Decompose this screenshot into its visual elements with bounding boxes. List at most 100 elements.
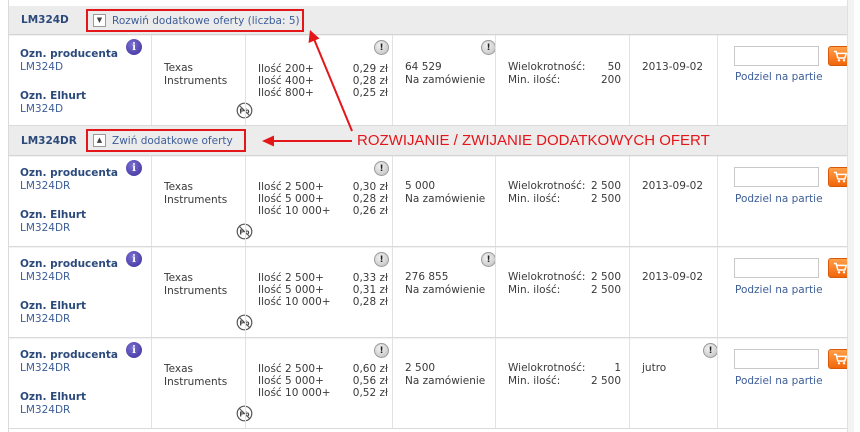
price-cell: ! Ilość 2 500+ 0,30 zł Ilość 5 000+ 0,28 z… <box>245 156 392 246</box>
warning-icon[interactable]: ! <box>481 252 496 267</box>
multiple-value: 2 500 <box>590 271 621 283</box>
price-tier: Ilość 5 000+ 0,56 zł <box>258 375 388 387</box>
min-qty-line: Min. ilość: 2 500 <box>508 284 621 297</box>
quantity-input[interactable] <box>734 349 819 369</box>
elhurt-code-label: Ozn. Elhurt <box>20 90 87 102</box>
multiple-line: Wielokrotność: 50 <box>508 61 621 74</box>
stock-cell: 5 000 Na zamówienie <box>392 156 495 246</box>
price-tier: Ilość 800+ 0,25 zł <box>258 87 388 99</box>
tier-qty: Ilość 2 500+ <box>258 272 324 284</box>
manufacturer-line: Instruments <box>164 285 228 297</box>
collapse-offers-label: Zwiń dodatkowe oferty <box>112 134 233 147</box>
manufacturer-cell: Texas Instruments Pb <box>151 35 253 125</box>
elhurt-code-label: Ozn. Elhurt <box>20 300 87 312</box>
chevron-up-icon: ▲ <box>93 134 106 147</box>
quantity-input[interactable] <box>734 46 819 66</box>
stock-status: Na zamówienie <box>405 193 486 205</box>
split-batches-link[interactable]: Podziel na partie <box>735 284 823 296</box>
stock-cell: ! 64 529 Na zamówienie <box>392 35 496 125</box>
manufacturer-cell: Texas Instruments Pb <box>151 156 253 246</box>
multiple-line: Wielokrotność: 1 <box>508 362 621 375</box>
stock-qty: 276 855 <box>405 271 449 283</box>
split-batches-link[interactable]: Podziel na partie <box>735 71 823 83</box>
manufacturer-line: Texas <box>164 272 194 284</box>
manufacturer-line: Instruments <box>164 194 228 206</box>
tier-qty: Ilość 200+ <box>258 63 314 75</box>
producer-code-label: Ozn. producenta <box>20 167 118 179</box>
order-cell: Podziel na partie <box>717 247 854 337</box>
manufacturer-line: Texas <box>164 181 194 193</box>
cart-icon <box>833 353 847 365</box>
offer-row: Ozn. producenta LM324DR Ozn. Elhurt LM32… <box>9 156 854 247</box>
collapse-offers-toggle[interactable]: ▲ Zwiń dodatkowe oferty <box>86 129 246 152</box>
price-tier: Ilość 400+ 0,28 zł <box>258 75 388 87</box>
cart-icon <box>833 262 847 274</box>
warning-icon[interactable]: ! <box>374 343 389 358</box>
price-tier: Ilość 2 500+ 0,33 zł <box>258 272 388 284</box>
quantity-input[interactable] <box>734 167 819 187</box>
tier-qty: Ilość 2 500+ <box>258 363 324 375</box>
stock-cell: 2 500 Na zamówienie <box>392 338 495 428</box>
tier-qty: Ilość 5 000+ <box>258 284 324 296</box>
multiple-label: Wielokrotność: <box>508 362 586 374</box>
date-cell: 2013-09-02 <box>629 247 717 337</box>
stock-qty: 2 500 <box>405 362 436 374</box>
multiple-label: Wielokrotność: <box>508 61 586 73</box>
price-tier: Ilość 5 000+ 0,31 zł <box>258 284 388 296</box>
multiple-line: Wielokrotność: 2 500 <box>508 271 621 284</box>
tier-qty: Ilość 10 000+ <box>258 205 331 217</box>
date-cell: 2013-09-02 <box>629 35 717 125</box>
warning-icon[interactable]: ! <box>374 161 389 176</box>
scrollbar[interactable] <box>847 0 854 432</box>
tier-price: 0,25 zł <box>352 87 388 99</box>
tier-price: 0,52 zł <box>352 387 388 399</box>
stock-status: Na zamówienie <box>405 74 486 86</box>
manufacturer-cell: Texas Instruments Pb <box>151 247 253 337</box>
price-tier: Ilość 10 000+ 0,52 zł <box>258 387 388 399</box>
min-qty-label: Min. ilość: <box>508 284 561 296</box>
delivery-date: 2013-09-02 <box>642 180 704 192</box>
tier-qty: Ilość 5 000+ <box>258 193 324 205</box>
tier-qty: Ilość 800+ <box>258 87 314 99</box>
tier-qty: Ilość 10 000+ <box>258 296 331 308</box>
info-icon[interactable]: i <box>126 342 142 358</box>
producer-code-label: Ozn. producenta <box>20 48 118 60</box>
expand-offers-toggle[interactable]: ▼ Rozwiń dodatkowe oferty (liczba: 5) <box>86 9 304 32</box>
price-tier: Ilość 10 000+ 0,28 zł <box>258 296 388 308</box>
tier-price: 0,33 zł <box>352 272 388 284</box>
price-tiers: Ilość 2 500+ 0,30 zł Ilość 5 000+ 0,28 zł … <box>258 181 388 217</box>
codes-cell: Ozn. producenta LM324DR Ozn. Elhurt LM32… <box>9 156 151 246</box>
split-batches-link[interactable]: Podziel na partie <box>735 193 823 205</box>
group-header: LM324D ▼ Rozwiń dodatkowe oferty (liczba… <box>9 6 854 35</box>
codes-cell: Ozn. producenta LM324D Ozn. Elhurt LM324… <box>9 35 151 125</box>
info-icon[interactable]: i <box>126 160 142 176</box>
min-qty-label: Min. ilość: <box>508 74 561 86</box>
tier-price: 0,28 zł <box>352 193 388 205</box>
warning-icon[interactable]: ! <box>481 40 496 55</box>
stock-qty: 64 529 <box>405 61 442 73</box>
annotation-text: ROZWIJANIE / ZWIJANIE DODATKOWYCH OFERT <box>357 132 710 149</box>
cart-icon <box>833 171 847 183</box>
price-tiers: Ilość 200+ 0,29 zł Ilość 400+ 0,28 zł Iloś… <box>258 63 388 99</box>
tier-qty: Ilość 5 000+ <box>258 375 324 387</box>
info-icon[interactable]: i <box>126 39 142 55</box>
multiple-value: 2 500 <box>590 180 621 192</box>
price-cell: ! Ilość 200+ 0,29 zł Ilość 400+ 0,28 zł Il… <box>245 35 392 125</box>
split-batches-link[interactable]: Podziel na partie <box>735 375 823 387</box>
offers-table: LM324D ▼ Rozwiń dodatkowe oferty (liczba… <box>8 0 854 432</box>
elhurt-code-label: Ozn. Elhurt <box>20 391 87 403</box>
min-qty-label: Min. ilość: <box>508 375 561 387</box>
multiple-cell: ! Wielokrotność: 1 Min. ilość: 2 500 <box>495 338 718 428</box>
warning-icon[interactable]: ! <box>374 252 389 267</box>
stock-status: Na zamówienie <box>405 284 486 296</box>
min-qty-label: Min. ilość: <box>508 193 561 205</box>
price-cell: ! Ilość 2 500+ 0,33 zł Ilość 5 000+ 0,31 z… <box>245 247 392 337</box>
min-qty-line: Min. ilość: 200 <box>508 74 621 87</box>
tier-price: 0,26 zł <box>352 205 388 217</box>
warning-icon[interactable]: ! <box>374 40 389 55</box>
min-qty-value: 200 <box>600 74 621 86</box>
info-icon[interactable]: i <box>126 251 142 267</box>
multiple-label: Wielokrotność: <box>508 180 586 192</box>
quantity-input[interactable] <box>734 258 819 278</box>
producer-code: LM324D <box>20 61 64 73</box>
